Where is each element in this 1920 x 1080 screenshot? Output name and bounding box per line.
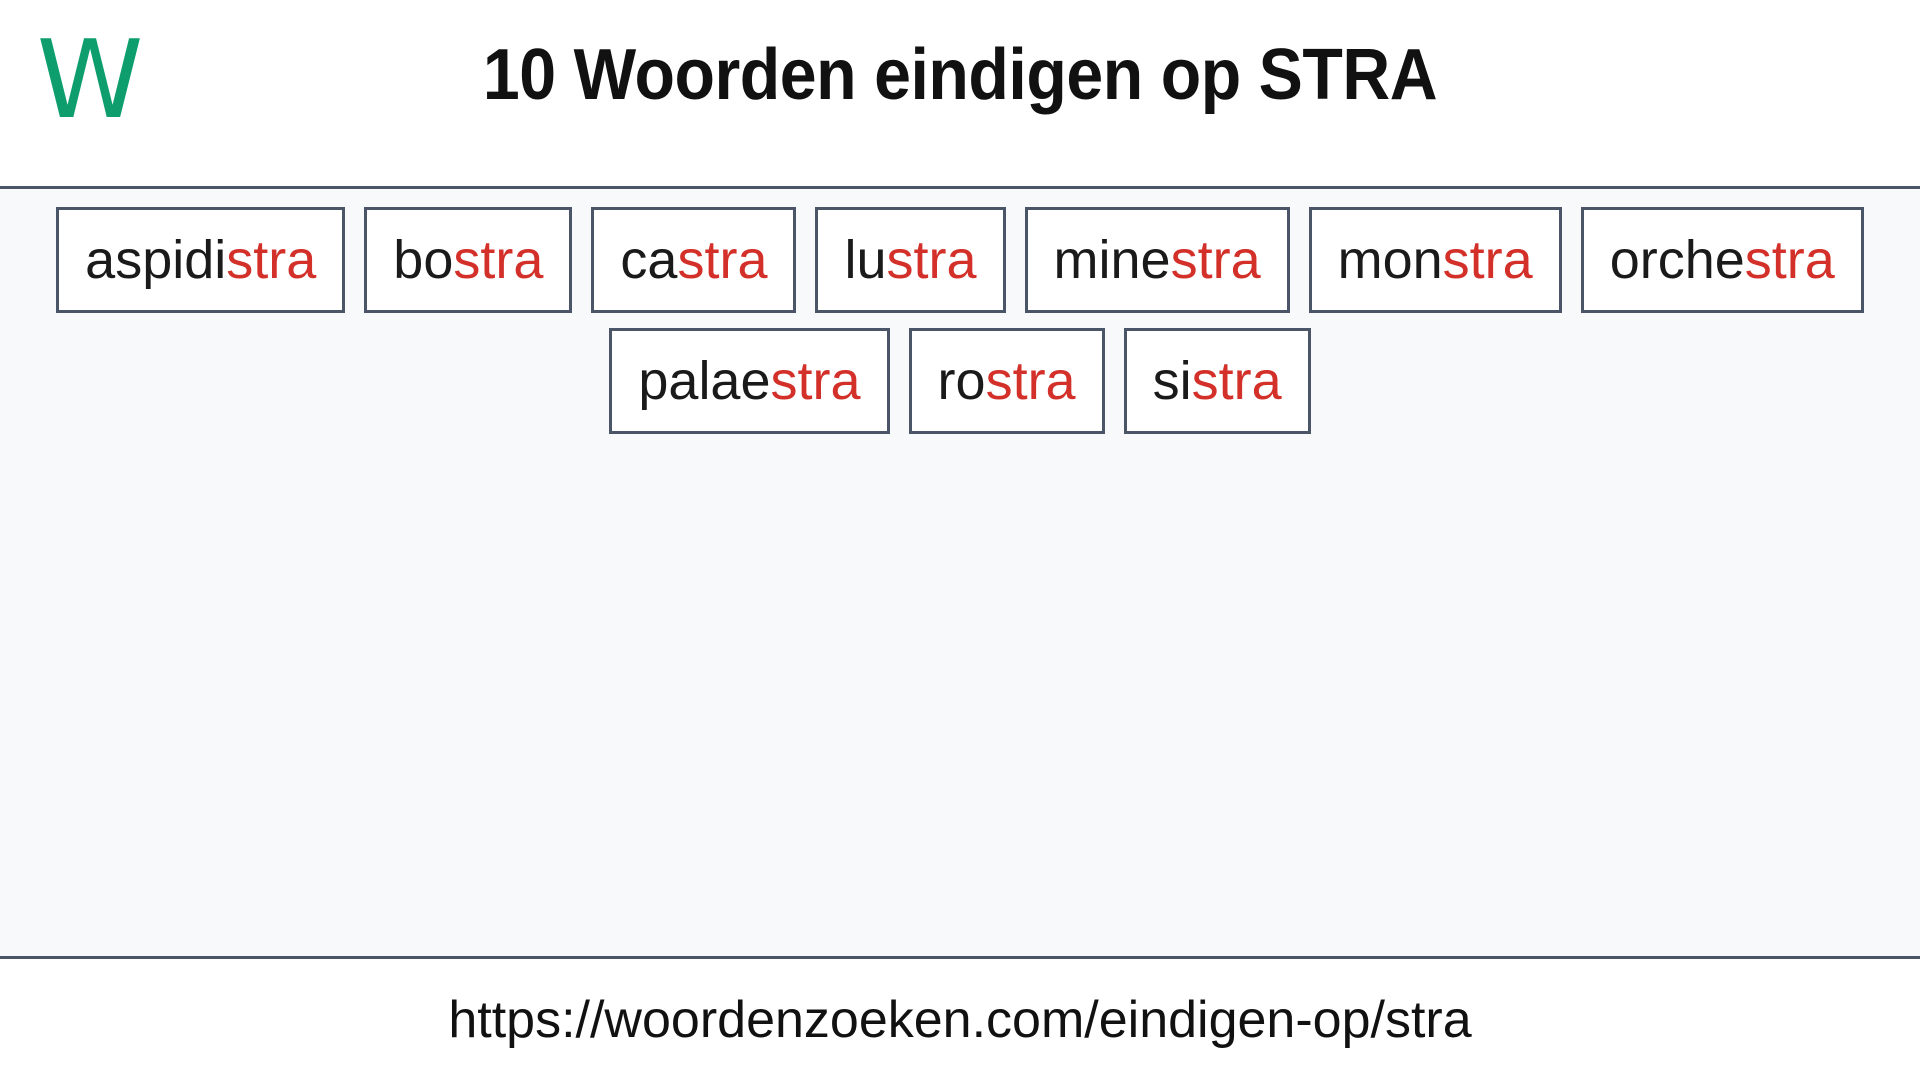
word-box[interactable]: mine stra — [1024, 207, 1290, 313]
word-suffix-highlight: stra — [1442, 230, 1533, 290]
word-box[interactable]: ca stra — [591, 207, 797, 313]
word-rows: aspidi stra bo stra ca stra lu stra mine stra mon s… — [0, 207, 1920, 434]
word-list-panel: aspidi stra bo stra ca stra lu stra mine stra mon s… — [0, 186, 1920, 959]
word-row: aspidi stra bo stra ca stra lu stra mine stra mon s… — [0, 207, 1920, 313]
word-suffix-highlight: stra — [1170, 230, 1261, 290]
word-stem: orche — [1609, 230, 1745, 290]
word-suffix-highlight: stra — [677, 230, 768, 290]
word-suffix-highlight: stra — [770, 351, 861, 411]
word-stem: bo — [393, 230, 454, 290]
word-box[interactable]: bo stra — [364, 207, 573, 313]
word-suffix-highlight: stra — [985, 351, 1076, 411]
word-row: palae stra ro stra si stra — [0, 328, 1920, 434]
word-box[interactable]: si stra — [1123, 328, 1311, 434]
page-footer: https://woordenzoeken.com/eindigen-op/st… — [0, 959, 1920, 1080]
word-stem: mon — [1337, 230, 1443, 290]
word-suffix-highlight: stra — [886, 230, 977, 290]
word-box[interactable]: mon stra — [1308, 207, 1562, 313]
word-stem: ca — [620, 230, 678, 290]
word-box[interactable]: palae stra — [609, 328, 890, 434]
word-box[interactable]: orche stra — [1580, 207, 1864, 313]
word-stem: si — [1152, 351, 1192, 411]
word-box[interactable]: ro stra — [908, 328, 1105, 434]
word-suffix-highlight: stra — [453, 230, 544, 290]
word-suffix-highlight: stra — [226, 230, 317, 290]
word-suffix-highlight: stra — [1744, 230, 1835, 290]
word-stem: aspidi — [85, 230, 227, 290]
word-stem: mine — [1053, 230, 1171, 290]
word-suffix-highlight: stra — [1191, 351, 1282, 411]
word-stem: ro — [937, 351, 986, 411]
word-stem: palae — [638, 351, 771, 411]
page-root: W 10 Woorden eindigen op STRA aspidi stra… — [0, 0, 1920, 1080]
page-title: 10 Woorden eindigen op STRA — [482, 35, 1438, 115]
footer-url[interactable]: https://woordenzoeken.com/eindigen-op/st… — [448, 990, 1471, 1050]
page-header: W 10 Woorden eindigen op STRA — [0, 0, 1920, 186]
word-stem: lu — [844, 230, 887, 290]
word-box[interactable]: aspidi stra — [56, 207, 346, 313]
word-box[interactable]: lu stra — [815, 207, 1006, 313]
